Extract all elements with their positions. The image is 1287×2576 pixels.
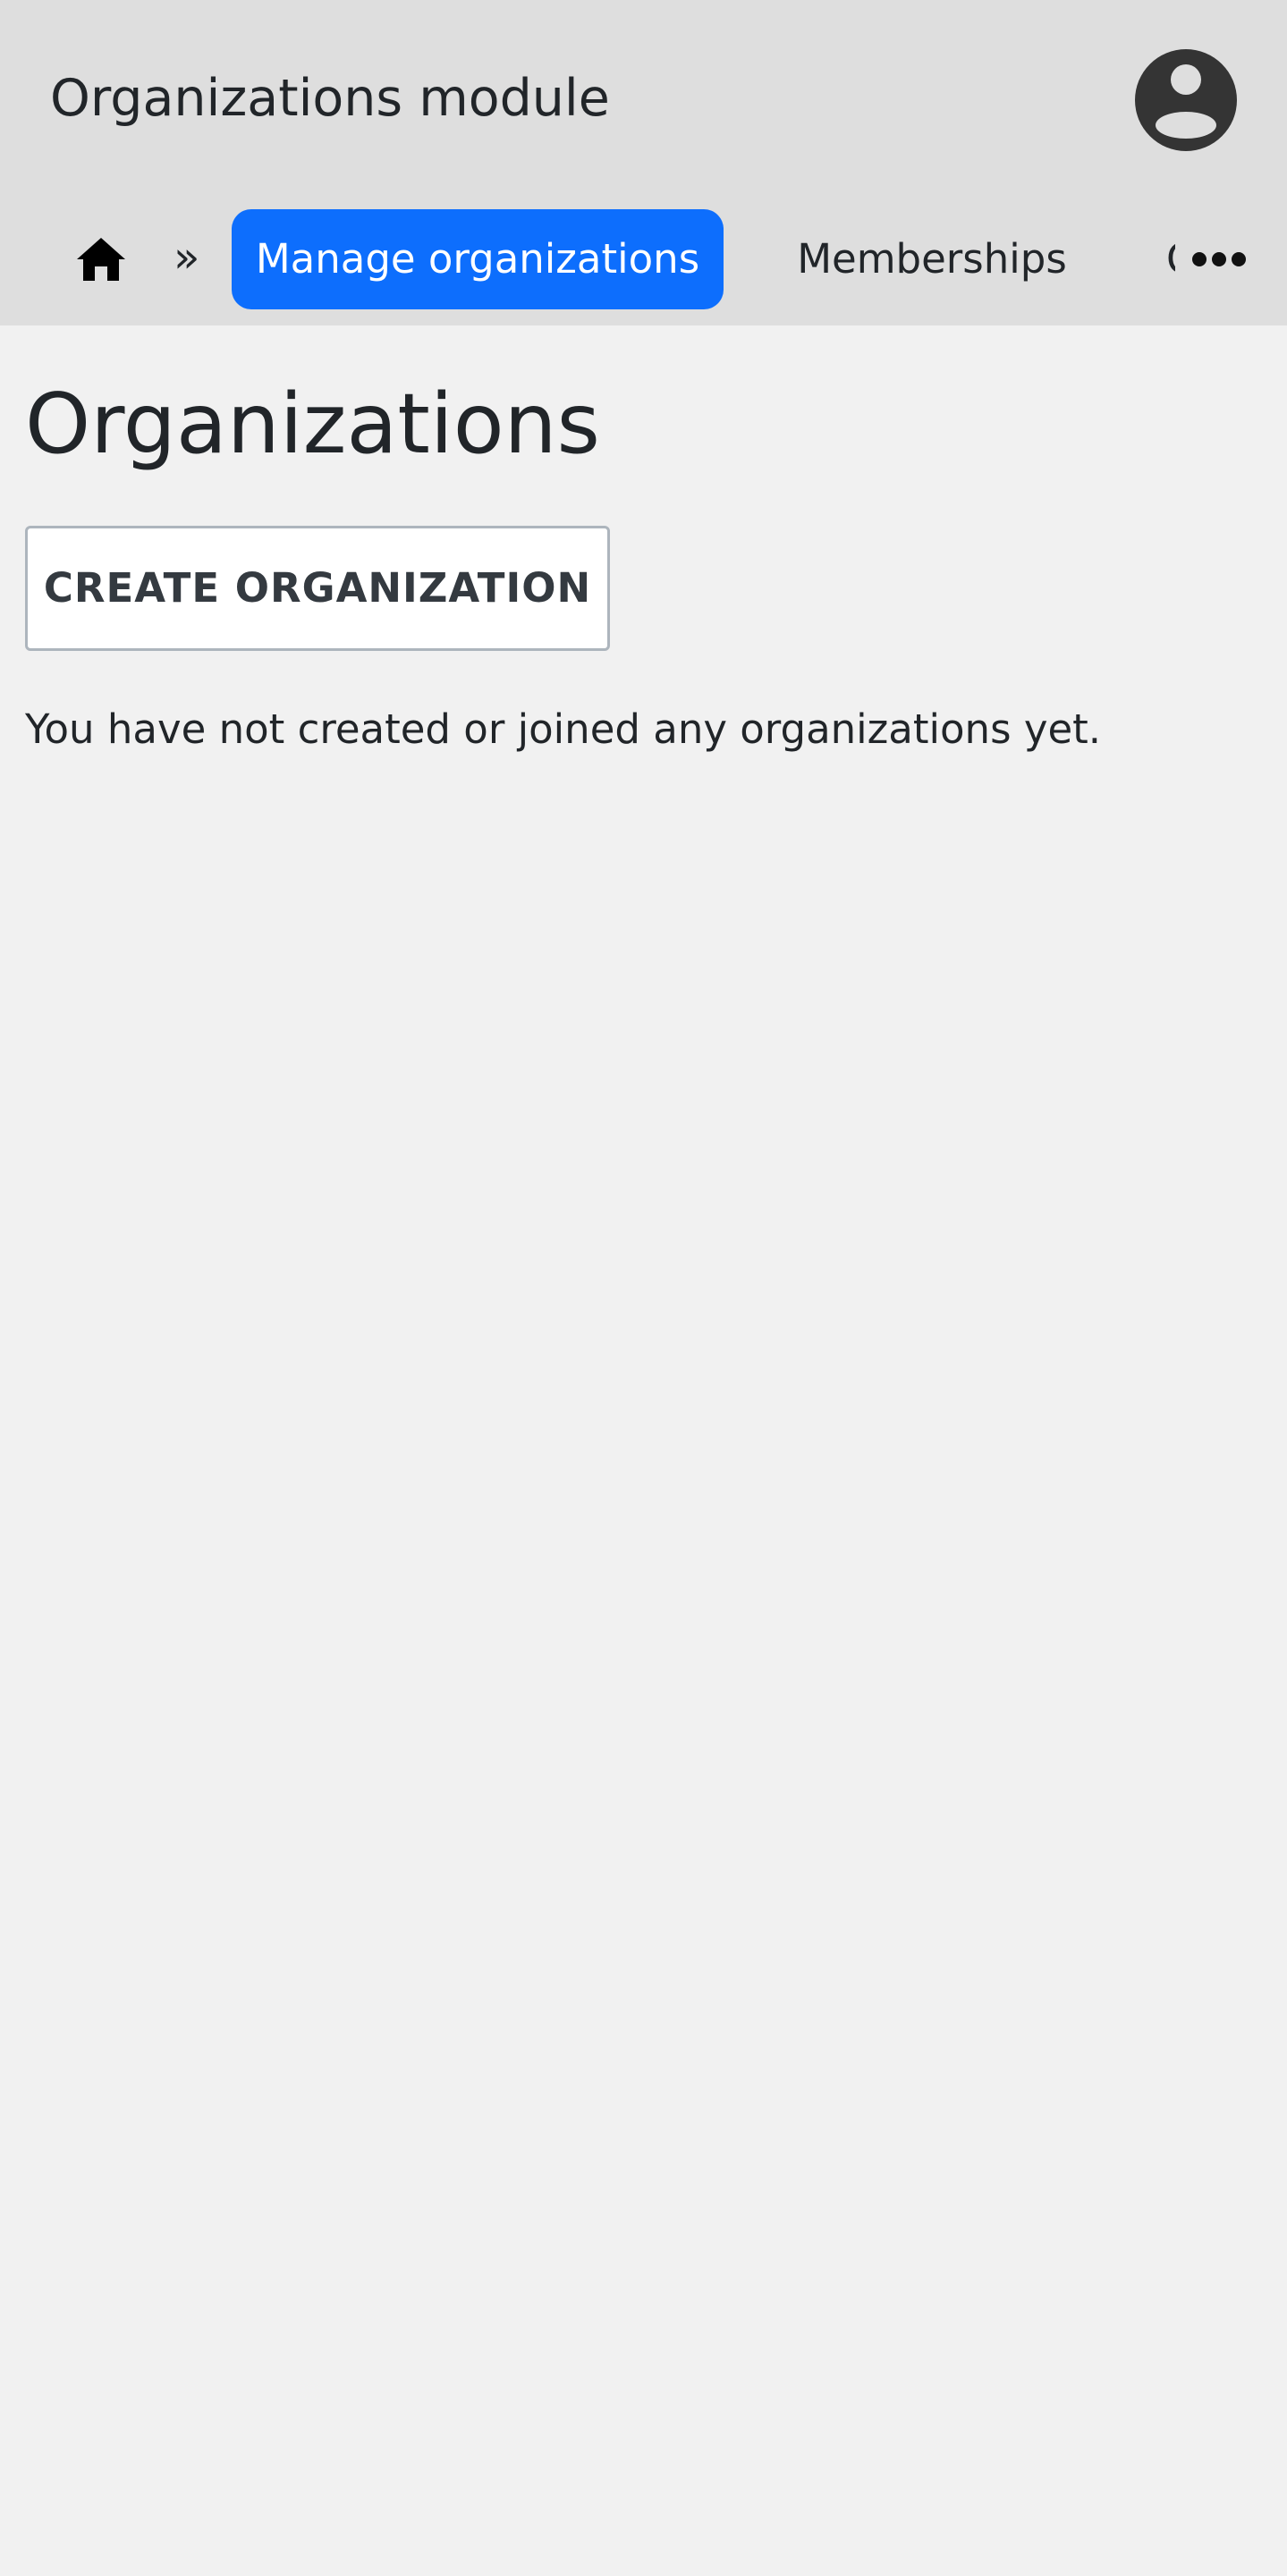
user-avatar-icon[interactable] — [1134, 48, 1238, 152]
tab-overflow-peek[interactable]: O — [1166, 209, 1175, 309]
tab-memberships[interactable]: Memberships — [778, 209, 1086, 309]
empty-state-message: You have not created or joined any organ… — [25, 705, 1102, 753]
app-title: Organizations module — [50, 69, 610, 128]
tab-manage-organizations[interactable]: Manage organizations — [232, 209, 724, 309]
nav-tabs: » Manage organizations Memberships O — [0, 209, 1287, 309]
page-title: Organizations — [25, 376, 601, 472]
breadcrumb-separator: » — [174, 232, 200, 283]
more-horizontal-icon[interactable] — [1190, 241, 1249, 277]
app-header: Organizations module » Manage organizati… — [0, 0, 1287, 325]
home-icon[interactable] — [70, 231, 132, 288]
create-organization-button[interactable]: CREATE ORGANIZATION — [25, 526, 610, 651]
